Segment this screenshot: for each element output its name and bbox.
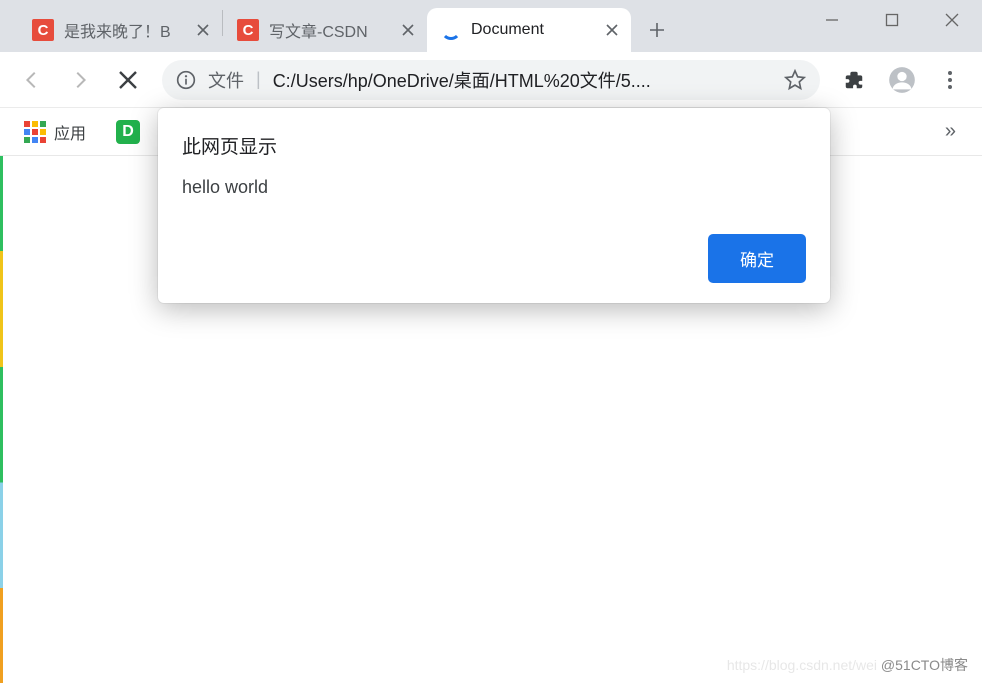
- stop-reload-button[interactable]: [106, 58, 150, 102]
- bookmark-item[interactable]: D: [106, 114, 150, 150]
- titlebar: C 是我来晚了！B C 写文章-CSDN Document: [0, 0, 982, 52]
- url-scheme-label: 文件: [208, 67, 244, 93]
- apps-grid-icon: [24, 121, 46, 143]
- tab-3-active[interactable]: Document: [427, 8, 631, 52]
- tab-2[interactable]: C 写文章-CSDN: [223, 8, 427, 52]
- tab-title: 写文章-CSDN: [269, 18, 389, 42]
- tab-title: 是我来晚了！B: [64, 18, 184, 42]
- tab-title: Document: [471, 21, 593, 39]
- back-button[interactable]: [10, 58, 54, 102]
- forward-button[interactable]: [58, 58, 102, 102]
- extensions-button[interactable]: [832, 58, 876, 102]
- watermark-text: @51CTO博客: [881, 657, 968, 673]
- dialog-title: 此网页显示: [182, 132, 806, 159]
- toolbar: 文件 | C:/Users/hp/OneDrive/桌面/HTML%20文件/5…: [0, 52, 982, 108]
- apps-shortcut[interactable]: 应用: [14, 114, 96, 150]
- close-icon[interactable]: [399, 21, 417, 39]
- bookmarks-overflow-icon[interactable]: »: [933, 114, 968, 149]
- dialog-actions: 确定: [182, 234, 806, 283]
- close-icon[interactable]: [194, 21, 212, 39]
- tab-1[interactable]: C 是我来晚了！B: [18, 8, 222, 52]
- close-window-button[interactable]: [922, 0, 982, 40]
- dialog-message: hello world: [182, 177, 806, 198]
- ok-button[interactable]: 确定: [708, 234, 806, 283]
- csdn-favicon: C: [32, 19, 54, 41]
- minimize-button[interactable]: [802, 0, 862, 40]
- loading-spinner-icon: [441, 20, 461, 40]
- url-text: C:/Users/hp/OneDrive/桌面/HTML%20文件/5....: [273, 67, 772, 93]
- csdn-favicon: C: [237, 19, 259, 41]
- watermark: https://blog.csdn.net/wei @51CTO博客: [727, 655, 968, 675]
- profile-button[interactable]: [880, 58, 924, 102]
- new-tab-button[interactable]: [637, 10, 677, 50]
- site-info-icon[interactable]: [176, 70, 196, 90]
- menu-button[interactable]: [928, 58, 972, 102]
- close-icon[interactable]: [603, 21, 621, 39]
- bookmark-favicon: D: [116, 120, 140, 144]
- bookmark-star-icon[interactable]: [784, 69, 806, 91]
- apps-label: 应用: [54, 120, 86, 144]
- tab-strip: C 是我来晚了！B C 写文章-CSDN Document: [0, 0, 677, 52]
- page-content: 此网页显示 hello world 确定 https://blog.csdn.n…: [0, 156, 982, 683]
- address-bar[interactable]: 文件 | C:/Users/hp/OneDrive/桌面/HTML%20文件/5…: [162, 60, 820, 100]
- watermark-faint: https://blog.csdn.net/wei: [727, 657, 877, 673]
- maximize-button[interactable]: [862, 0, 922, 40]
- left-edge-decoration: [0, 156, 3, 683]
- window-controls: [802, 0, 982, 40]
- alert-dialog: 此网页显示 hello world 确定: [158, 108, 830, 303]
- url-divider: |: [256, 69, 261, 90]
